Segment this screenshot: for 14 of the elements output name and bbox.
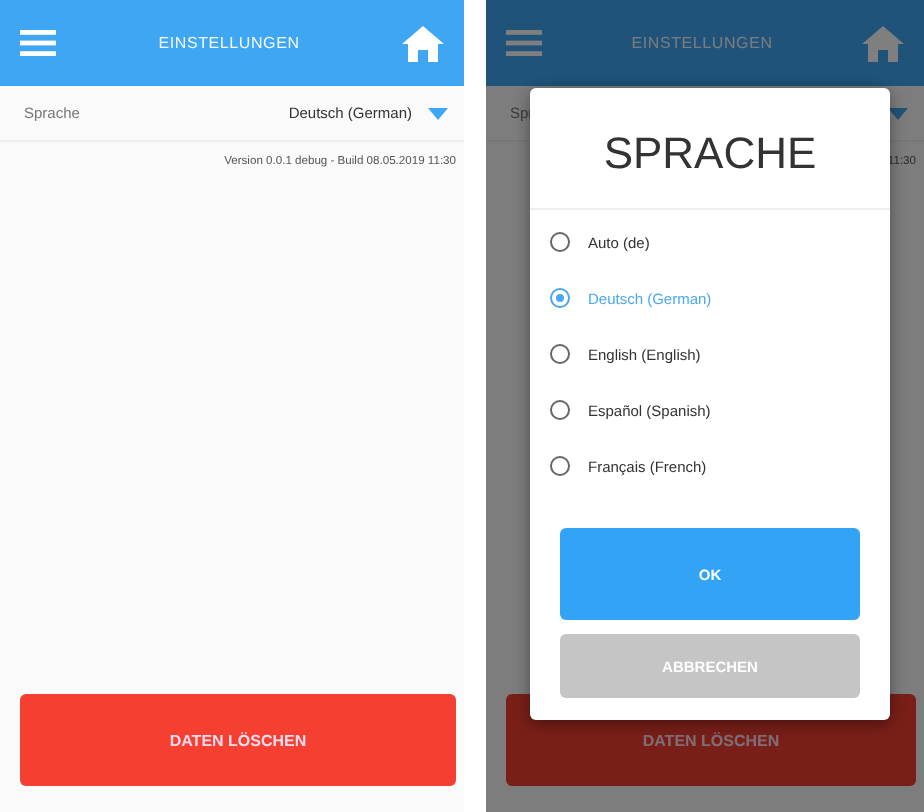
- radio-button[interactable]: [550, 232, 570, 252]
- dropdown-arrow-icon: [888, 107, 908, 119]
- radio-button[interactable]: [550, 288, 570, 308]
- header-title: EINSTELLUNGEN: [631, 34, 773, 52]
- home-icon[interactable]: [862, 25, 904, 61]
- radio-button[interactable]: [550, 456, 570, 476]
- home-icon[interactable]: [402, 25, 444, 61]
- dialog-title: SPRACHE: [530, 88, 890, 210]
- menu-icon[interactable]: [506, 30, 542, 56]
- radio-button[interactable]: [550, 344, 570, 364]
- dropdown-arrow-icon: [428, 107, 448, 119]
- menu-icon[interactable]: [20, 30, 56, 56]
- radio-button[interactable]: [550, 400, 570, 420]
- header-title: EINSTELLUNGEN: [158, 34, 300, 52]
